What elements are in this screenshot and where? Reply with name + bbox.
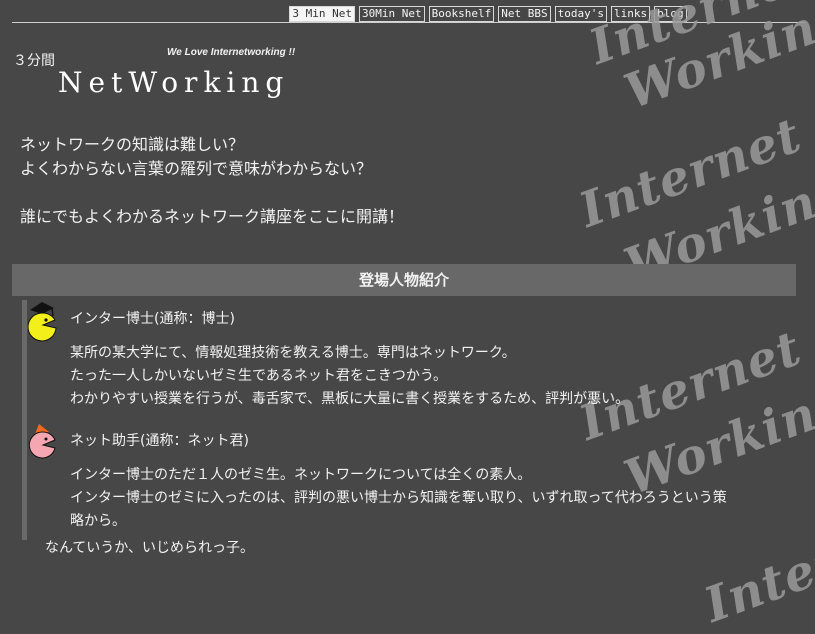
intro-line: よくわからない言葉の羅列で意味がわからない？: [20, 159, 373, 178]
nav-link-bookshelf[interactable]: Bookshelf: [428, 6, 495, 22]
character-description: インター博士のただ１人のゼミ生。ネットワークについては全くの素人。 インター博士…: [70, 464, 727, 533]
site-logo[interactable]: NetWorking: [58, 66, 289, 99]
characters-list: インター博士(通称：博士) 某所の某大学にて、情報処理技術を教える博士。専門はネ…: [22, 300, 801, 540]
intro-line: ネットワークの知識は難しい？: [20, 135, 245, 154]
nav-link-30min-net[interactable]: 30Min Net: [359, 6, 425, 22]
professor-pacman-icon: [28, 302, 57, 342]
nav-link-3min-net[interactable]: 3 Min Net: [289, 6, 356, 22]
panel-title: 登場人物紹介: [12, 264, 796, 296]
characters-panel: 登場人物紹介 インター博士(通称：博士) 某所の某大学にて、情報処理技術を教える…: [12, 264, 796, 540]
description-line: インター博士のただ１人のゼミ生。ネットワークについては全くの素人。: [70, 467, 532, 483]
character-description-tail: なんていうか、いじめられっ子。: [45, 540, 255, 556]
character-name: インター博士(通称：博士): [70, 311, 235, 327]
character-description: 某所の某大学にて、情報処理技術を教える博士。専門はネットワーク。 たった一人しか…: [70, 342, 629, 411]
intro-text: ネットワークの知識は難しい？ よくわからない言葉の羅列で意味がわからない？ 誰に…: [20, 133, 404, 229]
nav-link-net-bbs[interactable]: Net BBS: [498, 6, 551, 22]
tagline: We Love Internetworking !!: [167, 47, 296, 58]
description-line: 某所の某大学にて、情報処理技術を教える博士。専門はネットワーク。: [70, 345, 516, 361]
intro-line: 誰にでもよくわかるネットワーク講座をここに開講！: [20, 207, 405, 226]
description-line: インター博士のゼミに入ったのは、評判の悪い博士から知識を奪い取り、いずれ取って代…: [70, 490, 727, 506]
assistant-pacman-icon: [29, 424, 56, 459]
description-line: たった一人しかいないゼミ生であるネット君をこきつかう。: [70, 368, 448, 384]
character-name: ネット助手(通称：ネット君): [70, 433, 249, 449]
description-line: わかりやすい授業を行うが、毒舌家で、黒板に大量に書く授業をするため、評判が悪い。: [70, 391, 630, 407]
brand-small: ３分間: [13, 52, 55, 68]
description-line: 略から。: [70, 513, 126, 529]
